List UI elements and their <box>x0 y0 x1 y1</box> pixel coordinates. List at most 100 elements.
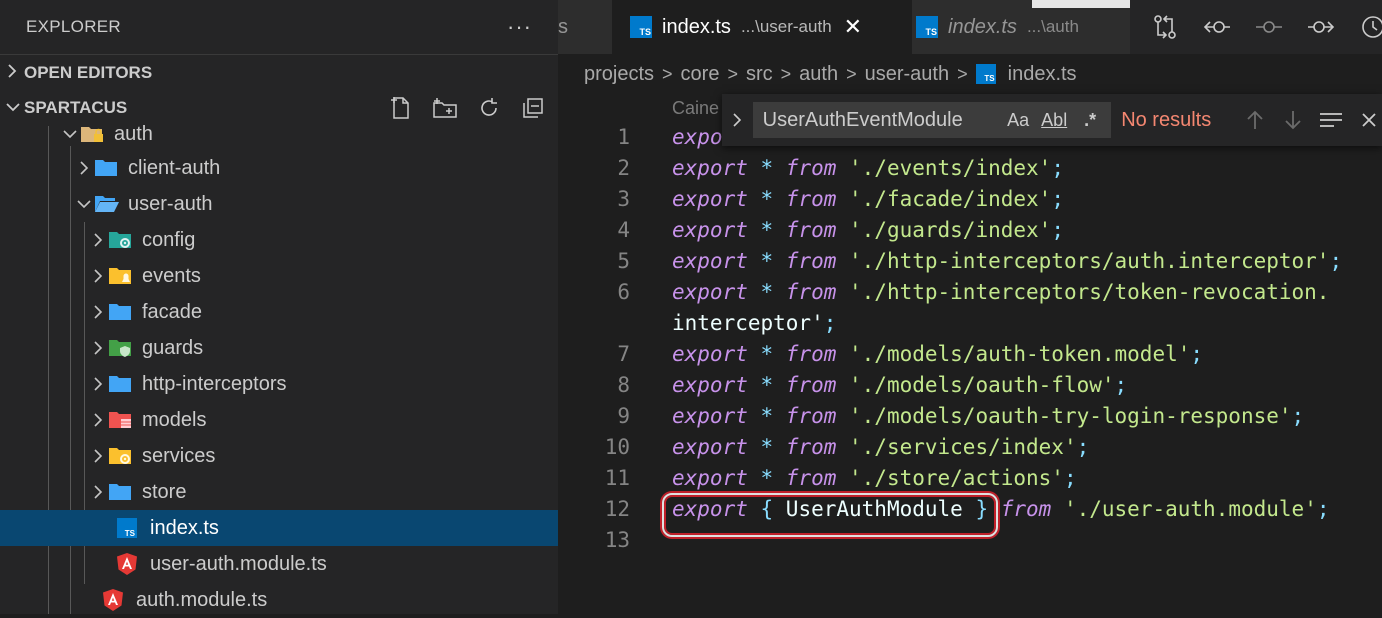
chevron-right-icon <box>88 269 108 283</box>
tab-partial[interactable]: s <box>558 0 612 54</box>
code-text: export * from './http-interceptors/auth.… <box>672 246 1342 277</box>
tree-item-guards[interactable]: guards <box>0 330 558 366</box>
typescript-file-icon: TS <box>630 16 652 38</box>
code-keyword: from <box>1000 497 1052 521</box>
code-text: export * from './services/index'; <box>672 432 1089 463</box>
find-input[interactable] <box>760 107 1006 133</box>
breadcrumb-item[interactable]: core <box>681 63 720 86</box>
chevron-down-icon <box>74 199 94 209</box>
breadcrumb-item[interactable]: projects <box>584 63 654 86</box>
code-line[interactable]: 7 export * from './models/auth-token.mode… <box>558 339 1382 370</box>
code-line[interactable]: 6 export * from './http-interceptors/toke… <box>558 277 1382 308</box>
match-case-icon[interactable]: Aa <box>1005 110 1031 131</box>
code-line[interactable]: 13 <box>558 525 1382 556</box>
tree-item-config[interactable]: config <box>0 222 558 258</box>
chevron-right-icon <box>88 485 108 499</box>
toggle-replace-icon[interactable] <box>722 112 753 128</box>
breadcrumb-item[interactable]: user-auth <box>865 63 950 86</box>
timeline-point-icon[interactable] <box>1252 10 1286 44</box>
code-string: './user-auth.module' <box>1051 497 1317 521</box>
tree-item-services[interactable]: services <box>0 438 558 474</box>
breadcrumb-item[interactable]: auth <box>799 63 838 86</box>
code-keyword: from <box>785 249 837 273</box>
regex-icon[interactable]: .* <box>1077 110 1103 131</box>
tree-item-store[interactable]: store <box>0 474 558 510</box>
code-punctuation: ; <box>1051 156 1064 180</box>
breadcrumb-separator: > <box>957 63 968 84</box>
breadcrumb-item[interactable]: src <box>746 63 773 86</box>
whole-word-icon[interactable]: Abl <box>1041 110 1067 131</box>
tab-description: ...\user-auth <box>740 17 832 36</box>
code-operator: * <box>747 280 786 304</box>
close-find-icon[interactable] <box>1356 107 1382 133</box>
code-line[interactable]: 10 export * from './services/index'; <box>558 432 1382 463</box>
breadcrumb-file[interactable]: index.ts <box>1008 63 1077 86</box>
code-line[interactable]: 9 export * from './models/oauth-try-login… <box>558 401 1382 432</box>
next-match-icon[interactable] <box>1280 107 1306 133</box>
angular-file-icon <box>102 589 128 611</box>
tree-item-auth[interactable]: auth <box>0 116 558 152</box>
explorer-title: EXPLORER <box>26 17 121 36</box>
code-line[interactable]: 8 export * from './models/oauth-flow'; <box>558 370 1382 401</box>
code-keyword: from <box>785 280 837 304</box>
tree-item-user-auth-module[interactable]: user-auth.module.ts <box>0 546 558 582</box>
code-line[interactable]: 5 export * from './http-interceptors/auth… <box>558 246 1382 277</box>
code-operator: * <box>747 156 786 180</box>
tab-index-ts-user-auth[interactable]: TS index.ts ...\user-auth ✕ <box>612 0 912 54</box>
close-icon[interactable]: ✕ <box>844 14 862 40</box>
find-in-selection-icon[interactable] <box>1318 107 1344 133</box>
previous-change-icon[interactable] <box>1200 10 1234 44</box>
code-line[interactable]: interceptor'; <box>558 308 1382 339</box>
previous-match-icon[interactable] <box>1242 107 1268 133</box>
code-keyword: export <box>672 404 748 428</box>
tree-item-index-ts[interactable]: TS index.ts <box>0 510 558 546</box>
line-number: 5 <box>617 249 630 273</box>
code-string: './http-interceptors/token-revocation. <box>836 280 1330 304</box>
line-number: 13 <box>604 528 630 552</box>
tree-item-label: models <box>142 408 207 431</box>
tree-item-events[interactable]: events <box>0 258 558 294</box>
folder-icon <box>108 373 134 395</box>
code-line[interactable]: 11 export * from './store/actions'; <box>558 463 1382 494</box>
tree-item-label: services <box>142 444 216 467</box>
tab-index-ts-auth[interactable]: TS index.ts ...\auth <box>912 0 1130 54</box>
history-icon[interactable] <box>1356 10 1382 44</box>
code-string: './store/actions' <box>836 466 1064 490</box>
tree-item-models[interactable]: models <box>0 402 558 438</box>
open-editors-section[interactable]: OPEN EDITORS <box>0 54 558 90</box>
code-editor[interactable]: Caine 1 expo 2 export * from './events/inde… <box>558 94 1382 614</box>
code-text: export * from './models/auth-token.model… <box>672 339 1203 370</box>
tree-item-facade[interactable]: facade <box>0 294 558 330</box>
codelens-text[interactable]: Caine <box>672 98 719 119</box>
code-keyword: from <box>785 342 837 366</box>
tree-item-user-auth[interactable]: user-auth <box>0 186 558 222</box>
tab-description: ...\auth <box>1026 17 1079 36</box>
code-keyword: from <box>785 373 837 397</box>
code-line[interactable]: 3 export * from './facade/index'; <box>558 184 1382 215</box>
tree-item-client-auth[interactable]: client-auth <box>0 150 558 186</box>
tree-item-http-interceptors[interactable]: http-interceptors <box>0 366 558 402</box>
folder-icon <box>94 157 120 179</box>
code-keyword: export <box>672 280 748 304</box>
code-line[interactable]: 12 export { UserAuthModule } from './user… <box>558 494 1382 525</box>
overlay-thumbnail <box>1032 0 1130 8</box>
code-text: expo <box>672 122 723 153</box>
code-keyword: export <box>672 497 748 521</box>
chevron-right-icon <box>88 233 108 247</box>
folder-events-icon <box>108 265 134 287</box>
more-actions-icon[interactable]: ··· <box>507 14 532 40</box>
tree-item-auth-module[interactable]: auth.module.ts <box>0 582 558 618</box>
compare-changes-icon[interactable] <box>1148 10 1182 44</box>
code-line[interactable]: 2 export * from './events/index'; <box>558 153 1382 184</box>
code-punctuation: ; <box>1190 342 1204 366</box>
next-change-icon[interactable] <box>1304 10 1338 44</box>
code-punctuation: ; <box>1316 497 1330 521</box>
code-string: './http-interceptors/auth.interceptor' <box>836 249 1330 273</box>
code-punctuation: ; <box>1291 404 1305 428</box>
code-keyword: expo <box>672 125 723 149</box>
code-keyword: from <box>785 218 837 242</box>
code-text: export * from './models/oauth-try-login-… <box>672 401 1304 432</box>
code-operator: } <box>962 497 1001 521</box>
code-line[interactable]: 4 export * from './guards/index'; <box>558 215 1382 246</box>
code-text: export * from './http-interceptors/token… <box>672 277 1329 308</box>
